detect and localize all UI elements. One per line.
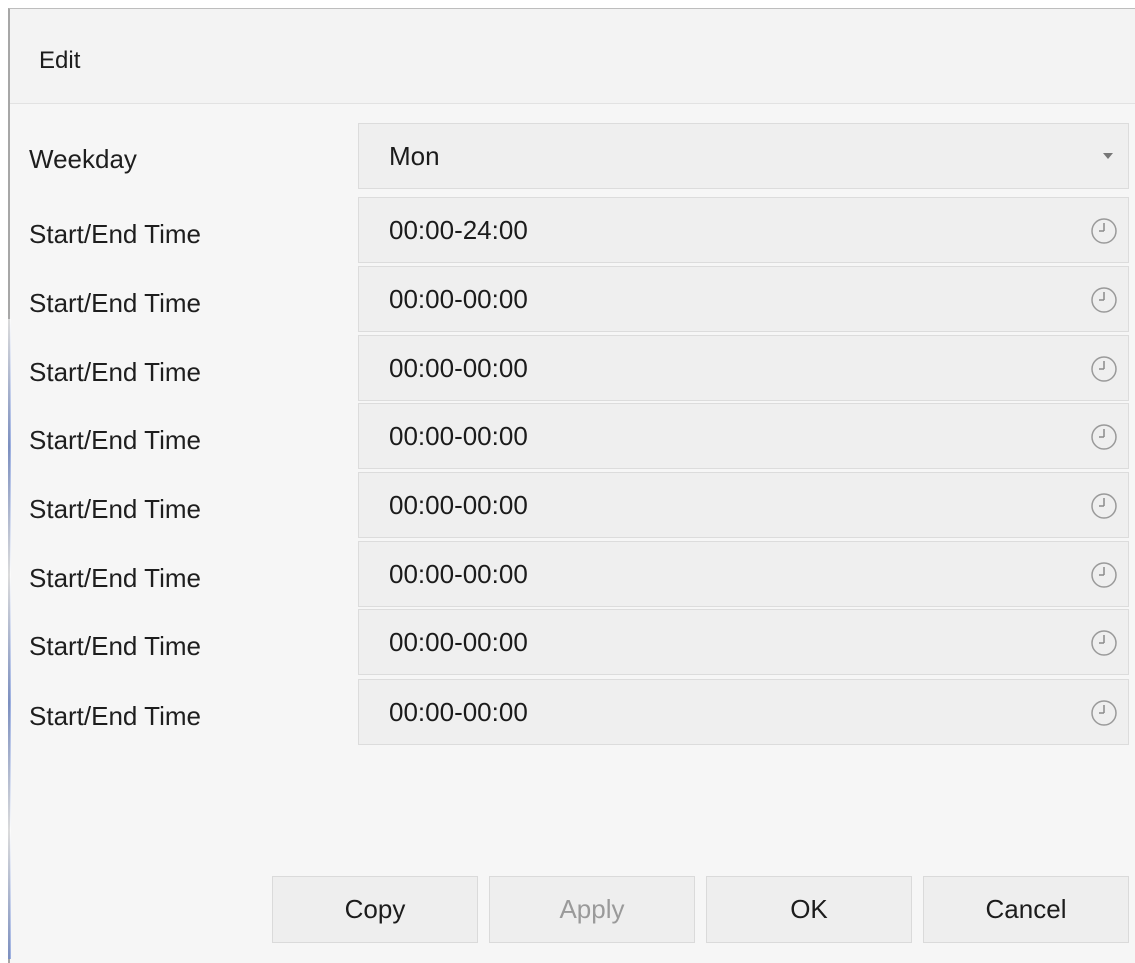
time-value-7: 00:00-00:00 (389, 627, 528, 657)
copy-button[interactable]: Copy (272, 876, 478, 943)
time-row-label-1: Start/End Time (29, 219, 201, 249)
clock-icon[interactable] (1090, 492, 1118, 520)
time-value-1: 00:00-24:00 (389, 215, 528, 245)
time-field-1[interactable]: 00:00-24:00 (358, 197, 1129, 263)
left-accent-strip (8, 319, 11, 959)
clock-icon[interactable] (1090, 699, 1118, 727)
weekday-select[interactable]: Mon (358, 123, 1129, 189)
time-field-4[interactable]: 00:00-00:00 (358, 403, 1129, 469)
weekday-label: Weekday (29, 144, 137, 174)
clock-icon[interactable] (1090, 217, 1118, 245)
time-value-8: 00:00-00:00 (389, 697, 528, 727)
time-field-8[interactable]: 00:00-00:00 (358, 679, 1129, 745)
ok-button[interactable]: OK (706, 876, 912, 943)
time-row-label-2: Start/End Time (29, 288, 201, 318)
clock-icon[interactable] (1090, 355, 1118, 383)
time-value-6: 00:00-00:00 (389, 559, 528, 589)
time-field-5[interactable]: 00:00-00:00 (358, 472, 1129, 538)
time-field-6[interactable]: 00:00-00:00 (358, 541, 1129, 607)
time-row-label-4: Start/End Time (29, 425, 201, 455)
time-row-label-8: Start/End Time (29, 701, 201, 731)
clock-icon[interactable] (1090, 629, 1118, 657)
time-value-4: 00:00-00:00 (389, 421, 528, 451)
time-value-2: 00:00-00:00 (389, 284, 528, 314)
time-field-3[interactable]: 00:00-00:00 (358, 335, 1129, 401)
time-value-5: 00:00-00:00 (389, 490, 528, 520)
apply-button[interactable]: Apply (489, 876, 695, 943)
clock-icon[interactable] (1090, 286, 1118, 314)
time-row-label-6: Start/End Time (29, 563, 201, 593)
time-value-3: 00:00-00:00 (389, 353, 528, 383)
clock-icon[interactable] (1090, 423, 1118, 451)
chevron-down-icon[interactable] (1103, 153, 1113, 159)
dialog-title: Edit (39, 47, 81, 74)
edit-dialog: Edit Weekday Mon Start/End Time 00:00-24… (8, 8, 1135, 963)
cancel-button[interactable]: Cancel (923, 876, 1129, 943)
time-row-label-7: Start/End Time (29, 631, 201, 661)
time-row-label-5: Start/End Time (29, 494, 201, 524)
time-field-2[interactable]: 00:00-00:00 (358, 266, 1129, 332)
clock-icon[interactable] (1090, 561, 1118, 589)
weekday-value: Mon (389, 141, 440, 171)
time-row-label-3: Start/End Time (29, 357, 201, 387)
title-bar: Edit (10, 9, 1135, 104)
time-field-7[interactable]: 00:00-00:00 (358, 609, 1129, 675)
